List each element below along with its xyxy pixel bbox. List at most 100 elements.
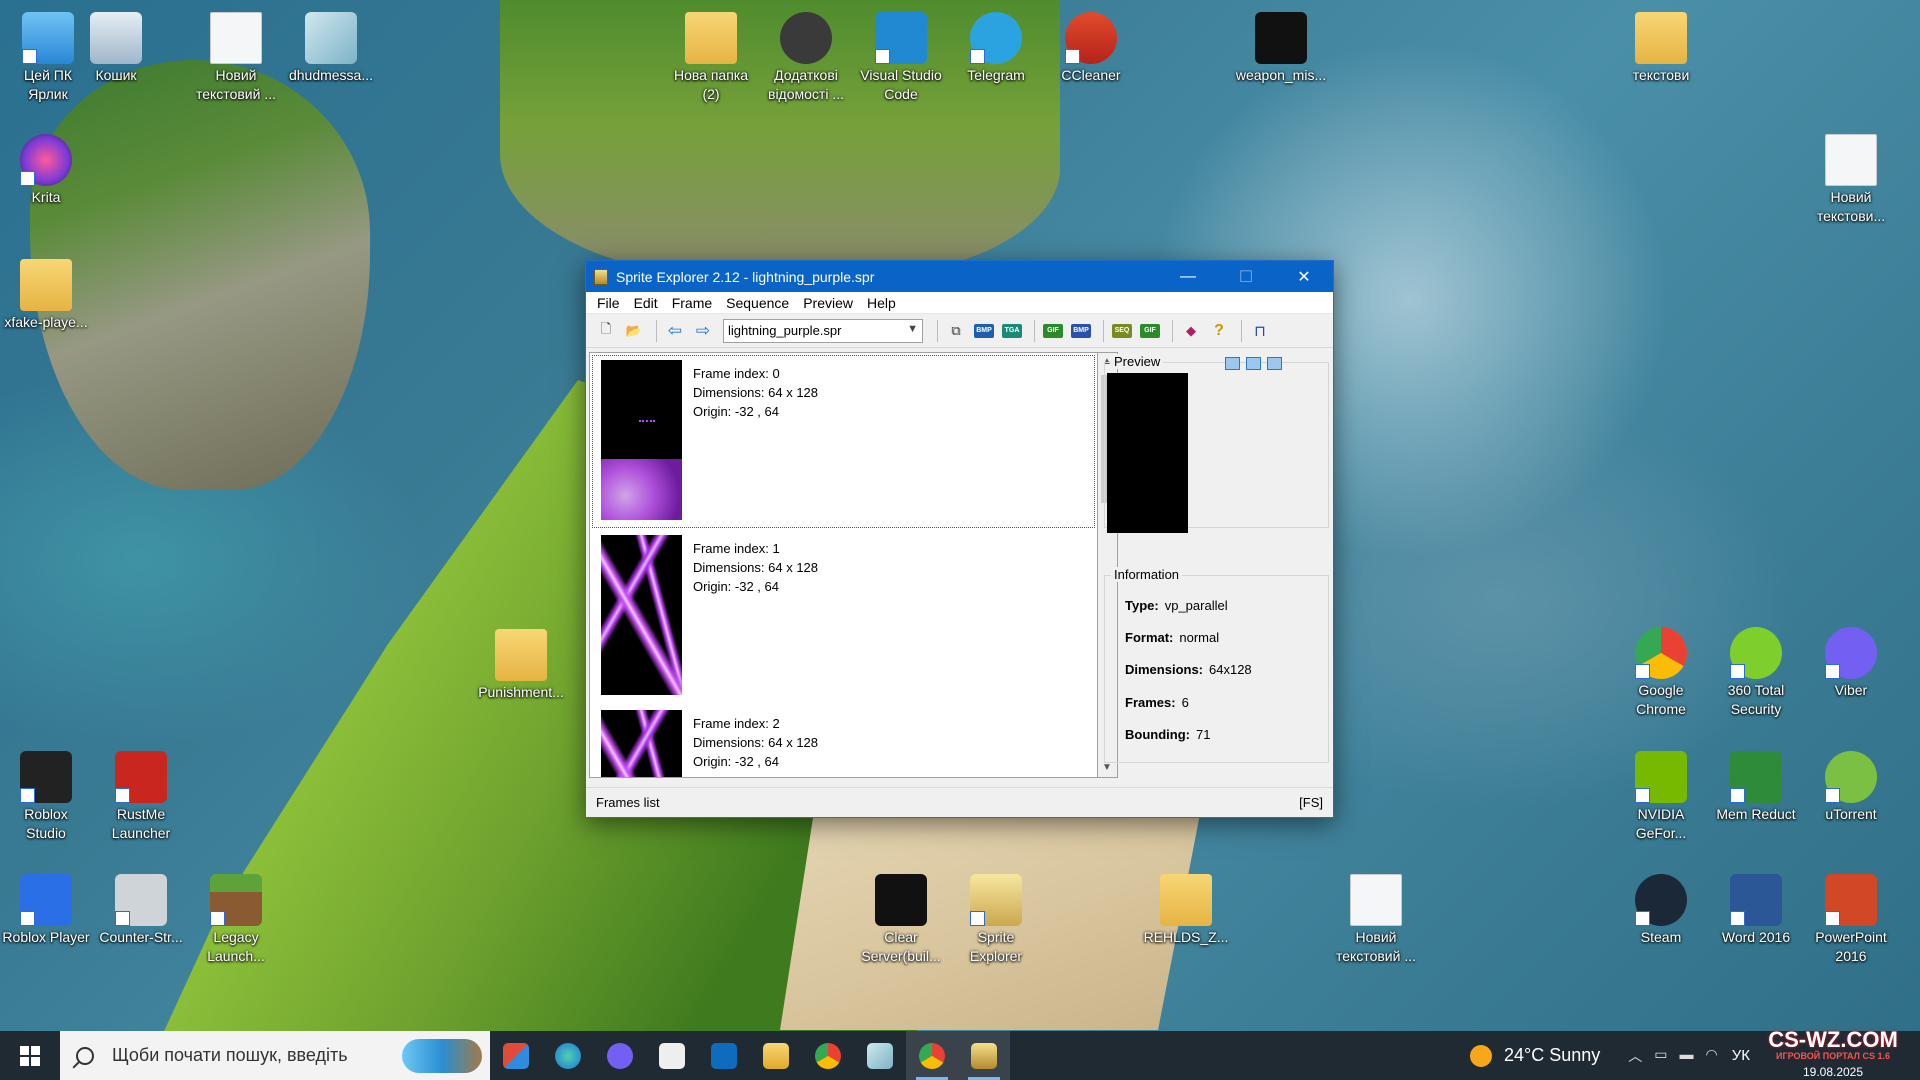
status-bar: Frames list [FS]	[586, 787, 1333, 817]
desktop-icon[interactable]: Steam	[1615, 870, 1707, 947]
help-icon[interactable]: ?	[1207, 319, 1231, 343]
desktop-icon[interactable]: Mem Reduct	[1710, 747, 1802, 824]
taskbar-sprite-explorer[interactable]	[958, 1031, 1010, 1080]
taskbar-explorer[interactable]	[750, 1031, 802, 1080]
desktop-icon[interactable]: dhudmessa...	[285, 8, 377, 85]
desktop-icon[interactable]: CCleaner	[1045, 8, 1137, 85]
desktop-icon[interactable]: Нова папка (2)	[665, 8, 757, 104]
desktop-icon[interactable]: Новий текстовий ...	[190, 8, 282, 104]
taskbar-search[interactable]: Щоби почати пошук, введіть	[60, 1031, 490, 1080]
battery-icon[interactable]: ▬	[1680, 1046, 1694, 1066]
desktop-icon[interactable]: Новий текстовий ...	[1330, 870, 1422, 966]
zoom-fit-icon[interactable]	[1225, 357, 1240, 370]
menu-sequence[interactable]: Sequence	[719, 295, 796, 311]
text-document-icon	[210, 12, 262, 64]
desktop-icon[interactable]: Новий текстови...	[1805, 130, 1897, 226]
desktop-icon-label: Krita	[31, 189, 61, 205]
desktop-icon[interactable]: Додаткові відомості ...	[760, 8, 852, 104]
export-seq-icon[interactable]: SEQ	[1110, 319, 1134, 343]
taskbar-chrome-profile[interactable]	[906, 1031, 958, 1080]
start-button[interactable]	[0, 1031, 60, 1080]
desktop-icon[interactable]: Legacy Launch...	[190, 870, 282, 966]
preview-tools	[1225, 357, 1282, 370]
desktop-icon[interactable]: REHLDS_Z...	[1140, 870, 1232, 947]
desktop-icon-label: Новий текстовий ...	[1335, 929, 1416, 964]
desktop-icon[interactable]: RustMe Launcher	[95, 747, 187, 843]
taskbar-viber[interactable]	[594, 1031, 646, 1080]
desktop-icon[interactable]: текстови	[1615, 8, 1707, 85]
powerpoint-icon	[1825, 874, 1877, 926]
desktop-icon[interactable]: Telegram	[950, 8, 1042, 85]
menu-file[interactable]: File	[590, 295, 627, 311]
language-indicator[interactable]: УК	[1732, 1047, 1750, 1064]
fit-window-icon[interactable]	[1246, 357, 1261, 370]
nvidia-icon	[1635, 751, 1687, 803]
taskbar-start-menu[interactable]	[490, 1031, 542, 1080]
frame-item[interactable]: Frame index: 2 Dimensions: 64 x 128 Orig…	[592, 705, 1095, 777]
maximize-button[interactable]: ☐	[1217, 261, 1275, 292]
toolbar-separator	[1034, 319, 1035, 342]
export-anim-gif-icon[interactable]: GIF	[1138, 319, 1162, 343]
export-tga-icon[interactable]: TGA	[1000, 319, 1024, 343]
taskbar-outlook[interactable]	[698, 1031, 750, 1080]
desktop-icon[interactable]: Sprite Explorer	[950, 870, 1042, 966]
menu-preview[interactable]: Preview	[796, 295, 860, 311]
toolbar-separator	[1103, 319, 1104, 342]
menu-bar: File Edit Frame Sequence Preview Help	[586, 292, 1333, 314]
desktop-icon[interactable]: Punishment...	[475, 625, 567, 702]
desktop-icon[interactable]: Word 2016	[1710, 870, 1802, 947]
menu-frame[interactable]: Frame	[665, 295, 719, 311]
forward-arrow-icon[interactable]: ⇨	[691, 319, 715, 343]
taskbar-glass-app[interactable]	[854, 1031, 906, 1080]
close-button[interactable]: ✕	[1275, 261, 1333, 292]
frames-list[interactable]: Frame index: 0 Dimensions: 64 x 128 Orig…	[589, 352, 1098, 778]
info-frames-label: Frames:	[1125, 695, 1176, 710]
desktop-icon[interactable]: 360 Total Security	[1710, 623, 1802, 719]
desktop-icon[interactable]: Viber	[1805, 623, 1897, 700]
desktop-icon[interactable]: NVIDIA GeFor...	[1615, 747, 1707, 843]
copy-icon[interactable]: ⧉	[944, 319, 968, 343]
new-file-icon[interactable]: 🗋	[594, 319, 618, 343]
desktop-icon-label: Sprite Explorer	[969, 929, 1023, 964]
back-arrow-icon[interactable]: ⇦	[663, 319, 687, 343]
taskbar-edge[interactable]	[542, 1031, 594, 1080]
desktop-icon[interactable]: Visual Studio Code	[855, 8, 947, 104]
file-combo[interactable]: lightning_purple.spr ▼	[723, 318, 923, 343]
steam-icon	[1635, 874, 1687, 926]
book-icon[interactable]: ◆	[1179, 319, 1203, 343]
menu-help[interactable]: Help	[860, 295, 903, 311]
wifi-icon[interactable]: ◠	[1706, 1046, 1718, 1066]
film-strip-icon[interactable]	[1267, 357, 1282, 370]
desktop-icon-label: xfake-playe...	[4, 314, 88, 330]
export-dib-icon[interactable]: BMP	[1069, 319, 1093, 343]
desktop-icon[interactable]: xfake-playe...	[0, 255, 92, 332]
tray-icons: ︿ ▭ ▬ ◠	[1628, 1046, 1717, 1066]
taskbar-chrome[interactable]	[802, 1031, 854, 1080]
display-icon[interactable]: ▭	[1654, 1046, 1667, 1066]
desktop-icon[interactable]: Google Chrome	[1615, 623, 1707, 719]
export-gif-icon[interactable]: GIF	[1041, 319, 1065, 343]
desktop-icon-label: Visual Studio Code	[860, 67, 942, 102]
desktop-icon[interactable]: Кошик	[70, 8, 162, 85]
desktop-icon[interactable]: Roblox Studio	[0, 747, 92, 843]
desktop-icon[interactable]: uTorrent	[1805, 747, 1897, 824]
taskbar-solitaire[interactable]	[646, 1031, 698, 1080]
sun-icon[interactable]	[1470, 1044, 1492, 1067]
frame-item[interactable]: Frame index: 1 Dimensions: 64 x 128 Orig…	[592, 530, 1095, 703]
minimize-button[interactable]: —	[1159, 261, 1217, 292]
menu-edit[interactable]: Edit	[627, 295, 665, 311]
desktop-icon[interactable]: PowerPoint 2016	[1805, 870, 1897, 966]
clock-date[interactable]: 19.08.2025	[1758, 1064, 1908, 1080]
desktop-icon[interactable]: Counter-Str...	[95, 870, 187, 947]
desktop-icon[interactable]: Krita	[0, 130, 92, 207]
title-bar[interactable]: Sprite Explorer 2.12 - lightning_purple.…	[586, 261, 1333, 292]
export-bmp-icon[interactable]: BMP	[972, 319, 996, 343]
frame-item[interactable]: Frame index: 0 Dimensions: 64 x 128 Orig…	[592, 355, 1095, 528]
weather-text[interactable]: 24°C Sunny	[1504, 1045, 1600, 1066]
exit-door-icon[interactable]: ⊓	[1248, 319, 1272, 343]
desktop-icon[interactable]: Clear Server(buil...	[855, 870, 947, 966]
desktop-icon[interactable]: weapon_mis...	[1235, 8, 1327, 85]
chevron-up-icon[interactable]: ︿	[1628, 1046, 1642, 1066]
open-folder-icon[interactable]: 📂	[622, 319, 646, 343]
desktop-icon[interactable]: Roblox Player	[0, 870, 92, 947]
